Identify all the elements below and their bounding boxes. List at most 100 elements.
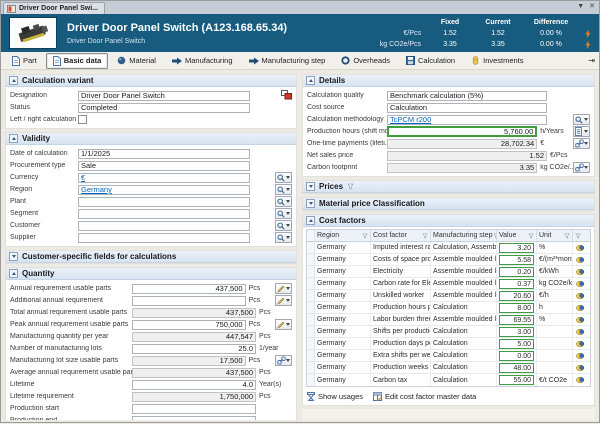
region-lookup-button[interactable] <box>275 184 292 195</box>
filter-icon[interactable] <box>528 233 534 239</box>
table-row[interactable]: GermanyExtra shifts per weekCalculation0… <box>307 350 590 362</box>
filter-icon[interactable] <box>362 233 368 239</box>
tab-manufacturing[interactable]: Manufacturing <box>165 53 240 68</box>
expand-icon[interactable] <box>306 199 315 208</box>
table-row[interactable]: Germany Unskilled worker Assemble moulded … <box>307 290 590 302</box>
usage-icon[interactable] <box>575 364 586 372</box>
table-row[interactable]: GermanyProduction weeks perCalculation48… <box>307 362 590 374</box>
calculation-methodology-field[interactable]: TcPCM r200 <box>387 114 547 125</box>
collapse-icon[interactable] <box>9 269 18 278</box>
cost-source-input[interactable] <box>387 102 547 113</box>
tab-part[interactable]: Part <box>5 53 44 69</box>
usage-icon[interactable] <box>575 256 586 264</box>
additional-requirement-edit-button[interactable] <box>275 295 292 306</box>
peak-requirement-edit-button[interactable] <box>275 319 292 330</box>
tab-investments[interactable]: Investments <box>464 53 530 68</box>
value-cell[interactable]: 0.37 <box>499 278 534 289</box>
quantity-header[interactable]: Quantity <box>6 268 296 280</box>
expand-icon[interactable] <box>9 252 18 261</box>
tab-overheads[interactable]: Overheads <box>334 53 397 68</box>
details-header[interactable]: Details <box>303 75 594 87</box>
date-of-calculation-input[interactable] <box>78 148 250 159</box>
production-end-input[interactable] <box>132 415 256 420</box>
usage-icon[interactable] <box>575 244 586 252</box>
value-cell[interactable]: 3.20 <box>499 242 534 253</box>
document-tab[interactable]: Driver Door Panel Swi... <box>3 2 105 14</box>
table-row[interactable]: GermanyLabor burden three shAssemble mou… <box>307 314 590 326</box>
toolbar-overflow-icon[interactable]: ⇥ <box>588 56 595 65</box>
close-icon[interactable]: ✕ <box>589 2 595 12</box>
collapse-icon[interactable] <box>306 76 315 85</box>
usage-icon[interactable] <box>575 340 586 348</box>
designation-input[interactable] <box>78 90 250 101</box>
annual-requirement-edit-button[interactable] <box>275 283 292 294</box>
show-usages-button[interactable]: Show usages <box>307 392 363 401</box>
carbon-footprint-link-button[interactable] <box>573 162 590 173</box>
calculation-variant-header[interactable]: Calculation variant <box>6 75 296 87</box>
methodology-link[interactable]: TcPCM r200 <box>390 115 431 124</box>
status-input[interactable] <box>78 102 250 113</box>
value-cell[interactable]: 55.00 <box>499 375 534 385</box>
table-row[interactable]: GermanyElectricityAssemble moulded lead … <box>307 266 590 278</box>
value-cell[interactable]: 69.55 <box>499 314 534 325</box>
material-price-classification-header[interactable]: Material price Classification <box>303 198 594 210</box>
region-field[interactable]: Germany <box>78 184 250 195</box>
production-hours-input[interactable] <box>387 126 538 137</box>
usage-icon[interactable] <box>575 280 586 288</box>
peak-annual-requirement-input[interactable] <box>132 319 246 330</box>
filter-icon[interactable] <box>564 233 570 239</box>
customer-input[interactable] <box>78 220 250 231</box>
additional-requirement-input[interactable] <box>132 295 246 306</box>
translations-icon[interactable] <box>281 89 292 102</box>
tab-manufacturing-step[interactable]: Manufacturing step <box>242 53 333 68</box>
prices-header[interactable]: Prices <box>303 181 594 193</box>
region-link[interactable]: Germany <box>81 185 112 194</box>
collapse-icon[interactable] <box>306 216 315 225</box>
filter-icon[interactable] <box>347 183 354 190</box>
table-row[interactable]: Germany Shifts per production Calculation 3… <box>307 326 590 338</box>
value-cell[interactable]: 5.58 <box>499 254 534 265</box>
annual-requirement-input[interactable] <box>132 283 246 294</box>
usage-icon[interactable] <box>575 304 586 312</box>
filter-icon[interactable] <box>422 233 428 239</box>
plant-input[interactable] <box>78 196 250 207</box>
methodology-lookup-button[interactable] <box>573 114 590 125</box>
value-cell[interactable]: 3.00 <box>499 326 534 337</box>
table-row[interactable]: GermanyCarbon rate for ElectriAssemble m… <box>307 278 590 290</box>
usage-icon[interactable] <box>575 376 586 384</box>
validity-header[interactable]: Validity <box>6 133 296 145</box>
procurement-type-input[interactable] <box>78 160 250 171</box>
tab-material[interactable]: Material <box>110 53 163 68</box>
value-cell[interactable]: 48.00 <box>499 362 534 373</box>
production-hours-detail-button[interactable] <box>573 126 590 137</box>
currency-lookup-button[interactable] <box>275 172 292 183</box>
table-row[interactable]: GermanyProduction hours perCalculation8.… <box>307 302 590 314</box>
calculation-quality-input[interactable] <box>387 90 547 101</box>
value-cell[interactable]: 5.00 <box>499 338 534 349</box>
collapse-icon[interactable] <box>9 134 18 143</box>
segment-input[interactable] <box>78 208 250 219</box>
value-cell[interactable]: 0.20 <box>499 266 534 277</box>
cost-factors-header[interactable]: Cost factors <box>303 215 594 227</box>
customer-fields-header[interactable]: Customer-specific fields for calculation… <box>6 251 296 263</box>
usage-icon[interactable] <box>575 352 586 360</box>
customer-lookup-button[interactable] <box>275 220 292 231</box>
supplier-lookup-button[interactable] <box>275 232 292 243</box>
filter-icon[interactable] <box>575 233 581 239</box>
tab-calculation[interactable]: Calculation <box>399 53 462 68</box>
collapse-icon[interactable] <box>9 76 18 85</box>
currency-field[interactable]: € <box>78 172 250 183</box>
pin-icon[interactable]: ▼ <box>577 2 584 12</box>
left-right-calculation-checkbox[interactable] <box>78 115 87 124</box>
lifetime-input[interactable] <box>132 379 256 390</box>
plant-lookup-button[interactable] <box>275 196 292 207</box>
value-cell[interactable]: 0.00 <box>499 350 534 361</box>
table-row[interactable]: Germany Production days per Calculation 5.0… <box>307 338 590 350</box>
table-row[interactable]: GermanyCosts of space produAssemble moul… <box>307 254 590 266</box>
edit-cost-factor-master-data-button[interactable]: Edit cost factor master data <box>373 392 476 401</box>
usage-icon[interactable] <box>575 316 586 324</box>
one-time-payments-link-button[interactable] <box>573 138 590 149</box>
supplier-input[interactable] <box>78 232 250 243</box>
value-cell[interactable]: 8.00 <box>499 302 534 313</box>
production-start-input[interactable] <box>132 403 256 414</box>
